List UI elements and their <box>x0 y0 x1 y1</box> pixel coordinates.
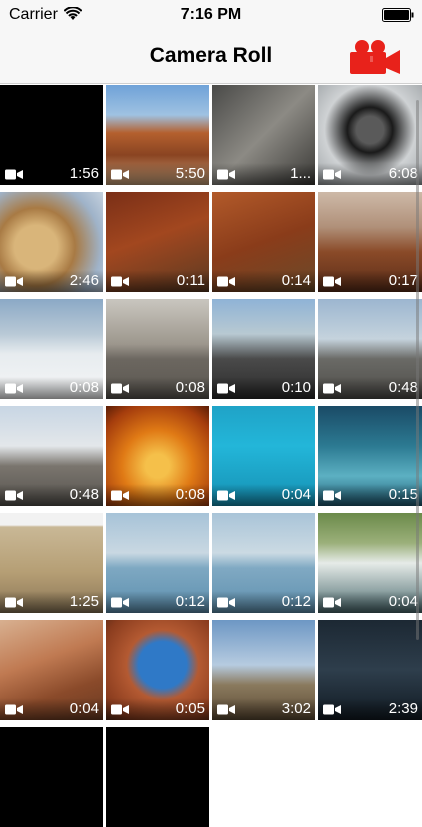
video-icon <box>323 597 341 608</box>
video-thumbnail[interactable]: 0:04 <box>212 406 315 506</box>
video-duration: 2:39 <box>388 700 418 717</box>
video-thumbnail[interactable]: 0:08 <box>0 299 103 399</box>
video-duration: 0:14 <box>281 272 311 289</box>
status-bar: Carrier 7:16 PM <box>0 0 422 30</box>
video-icon <box>323 704 341 715</box>
video-thumbnail[interactable]: 1... <box>212 85 315 185</box>
battery-icon <box>382 8 414 22</box>
video-icon <box>111 169 129 180</box>
video-thumbnail[interactable]: 6:08 <box>318 85 422 185</box>
video-icon <box>217 490 235 501</box>
video-icon <box>111 490 129 501</box>
video-duration: 0:12 <box>175 593 205 610</box>
video-duration: 0:48 <box>388 379 418 396</box>
video-thumbnail[interactable] <box>106 727 209 827</box>
video-duration: 1... <box>290 165 311 182</box>
video-duration: 1:25 <box>69 593 99 610</box>
video-icon <box>111 597 129 608</box>
video-thumbnail[interactable]: 0:14 <box>212 192 315 292</box>
video-duration: 0:08 <box>69 379 99 396</box>
video-icon <box>5 490 23 501</box>
video-thumbnail[interactable]: 0:48 <box>318 299 422 399</box>
video-duration: 0:48 <box>69 486 99 503</box>
thumbnail-image <box>0 727 103 827</box>
clock: 7:16 PM <box>180 6 242 23</box>
video-duration: 6:08 <box>388 165 418 182</box>
video-thumbnail[interactable]: 3:02 <box>212 620 315 720</box>
video-thumbnail[interactable]: 2:39 <box>318 620 422 720</box>
video-icon <box>5 276 23 287</box>
video-thumbnail[interactable]: 0:05 <box>106 620 209 720</box>
video-icon <box>111 704 129 715</box>
video-thumbnail[interactable]: 0:12 <box>212 513 315 613</box>
video-icon <box>5 597 23 608</box>
video-duration: 0:17 <box>388 272 418 289</box>
video-icon <box>5 169 23 180</box>
video-camera-icon[interactable] <box>348 38 402 76</box>
navigation-bar: Camera Roll <box>0 30 422 84</box>
video-duration: 0:08 <box>175 379 205 396</box>
video-duration: 0:04 <box>281 486 311 503</box>
video-icon <box>323 383 341 394</box>
video-thumbnail[interactable]: 2:46 <box>0 192 103 292</box>
thumbnail-image <box>106 727 209 827</box>
video-duration: 0:10 <box>281 379 311 396</box>
video-icon <box>217 383 235 394</box>
video-thumbnail[interactable]: 1:56 <box>0 85 103 185</box>
video-duration: 0:08 <box>175 486 205 503</box>
video-thumbnail[interactable]: 0:04 <box>0 620 103 720</box>
video-icon <box>111 383 129 394</box>
video-icon <box>323 169 341 180</box>
video-duration: 0:11 <box>176 272 205 289</box>
video-icon <box>323 490 341 501</box>
scroll-indicator[interactable] <box>416 100 419 640</box>
video-thumbnail[interactable]: 5:50 <box>106 85 209 185</box>
video-thumbnail[interactable]: 0:17 <box>318 192 422 292</box>
video-duration: 0:04 <box>69 700 99 717</box>
video-thumbnail[interactable]: 0:12 <box>106 513 209 613</box>
video-duration: 5:50 <box>175 165 205 182</box>
video-thumbnail[interactable]: 0:11 <box>106 192 209 292</box>
video-thumbnail[interactable]: 0:08 <box>106 406 209 506</box>
video-thumbnail[interactable]: 0:04 <box>318 513 422 613</box>
video-thumbnail[interactable]: 0:48 <box>0 406 103 506</box>
video-grid: 1:56 5:50 1... 6:08 2:46 0:11 0:14 0:17 0:08 0:08… <box>0 85 422 827</box>
video-icon <box>217 276 235 287</box>
video-thumbnail[interactable]: 0:10 <box>212 299 315 399</box>
video-icon <box>217 704 235 715</box>
video-thumbnail[interactable] <box>0 727 103 827</box>
video-icon <box>5 704 23 715</box>
video-duration: 0:12 <box>281 593 311 610</box>
video-icon <box>5 383 23 394</box>
video-thumbnail[interactable]: 0:15 <box>318 406 422 506</box>
video-icon <box>217 597 235 608</box>
video-duration: 0:05 <box>175 700 205 717</box>
video-icon <box>323 276 341 287</box>
video-icon <box>111 276 129 287</box>
video-duration: 3:02 <box>281 700 311 717</box>
video-duration: 0:04 <box>388 593 418 610</box>
video-duration: 0:15 <box>388 486 418 503</box>
video-duration: 1:56 <box>69 165 99 182</box>
video-duration: 2:46 <box>69 272 99 289</box>
video-thumbnail[interactable]: 0:08 <box>106 299 209 399</box>
video-icon <box>217 169 235 180</box>
video-thumbnail[interactable]: 1:25 <box>0 513 103 613</box>
